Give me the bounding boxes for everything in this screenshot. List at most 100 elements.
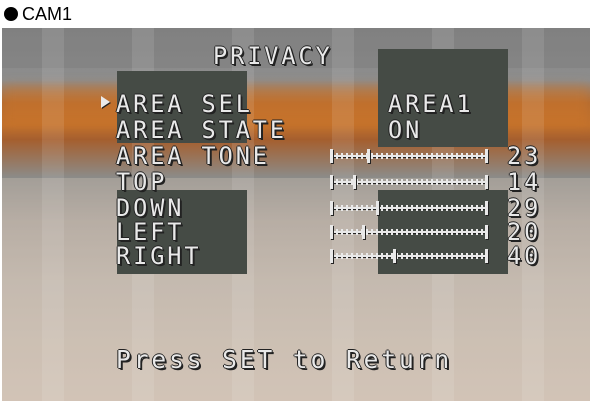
slider-tick [476, 229, 478, 235]
slider-tick [441, 153, 443, 159]
menu-title: PRIVACY [213, 42, 333, 70]
slider-tick [396, 253, 398, 259]
slider-tick [401, 229, 403, 235]
slider-tick [361, 253, 363, 259]
slider-tick [346, 229, 348, 235]
slider-tick [356, 153, 358, 159]
slider-tick [416, 205, 418, 211]
slider-tick [446, 205, 448, 211]
slider-tick [391, 229, 393, 235]
slider-tick [461, 253, 463, 259]
slider-tick [466, 229, 468, 235]
menu-item-top[interactable]: TOP [116, 170, 167, 194]
slider-track [330, 155, 488, 157]
area-tone-slider[interactable] [330, 149, 488, 163]
slider-tick [451, 179, 453, 185]
slider-tick [411, 179, 413, 185]
menu-item-area-sel[interactable]: AREA SEL [116, 92, 253, 116]
slider-tick [421, 179, 423, 185]
slider-tick [436, 205, 438, 211]
slider-track [330, 255, 488, 257]
menu-item-down[interactable]: DOWN [116, 196, 184, 220]
slider-tick [451, 253, 453, 259]
slider-tick [471, 205, 473, 211]
slider-tick [416, 253, 418, 259]
slider-tick [416, 229, 418, 235]
background-stripe [42, 28, 64, 401]
down-slider[interactable] [330, 201, 488, 215]
menu-item-area-state-value[interactable]: ON [388, 118, 422, 142]
slider-tick [461, 179, 463, 185]
menu-item-area-tone[interactable]: AREA TONE [116, 144, 270, 168]
slider-tick [446, 229, 448, 235]
menu-item-area-state[interactable]: AREA STATE [116, 118, 287, 142]
slider-tick [341, 253, 343, 259]
slider-tick [336, 229, 338, 235]
slider-end [330, 149, 333, 163]
slider-tick [396, 179, 398, 185]
slider-tick [441, 253, 443, 259]
slider-tick [481, 179, 483, 185]
slider-tick [466, 205, 468, 211]
slider-tick [456, 205, 458, 211]
top-slider[interactable] [330, 175, 488, 189]
slider-tick [481, 205, 483, 211]
left-slider[interactable] [330, 225, 488, 239]
slider-tick [371, 253, 373, 259]
camera-label: CAM1 [22, 3, 73, 24]
slider-tick [406, 205, 408, 211]
slider-tick [406, 179, 408, 185]
slider-tick [421, 153, 423, 159]
right-slider[interactable] [330, 249, 488, 263]
slider-tick [381, 179, 383, 185]
slider-end [330, 175, 333, 189]
slider-tick [426, 205, 428, 211]
slider-tick [386, 153, 388, 159]
slider-tick [436, 229, 438, 235]
menu-item-area-sel-value[interactable]: AREA1 [388, 92, 474, 116]
slider-tick [391, 179, 393, 185]
slider-tick [456, 153, 458, 159]
right-value: 40 [507, 242, 542, 270]
slider-tick [386, 253, 388, 259]
slider-tick [341, 205, 343, 211]
slider-tick [436, 153, 438, 159]
slider-tick [411, 253, 413, 259]
slider-tick [376, 179, 378, 185]
slider-tick [351, 229, 353, 235]
slider-tick [466, 179, 468, 185]
slider-tick [426, 153, 428, 159]
menu-item-right[interactable]: RIGHT [116, 244, 202, 268]
down-value: 29 [507, 194, 542, 222]
slider-tick [366, 253, 368, 259]
slider-tick [336, 179, 338, 185]
slider-tick [471, 253, 473, 259]
slider-tick [411, 153, 413, 159]
slider-tick [451, 153, 453, 159]
slider-thumb [362, 225, 365, 239]
slider-tick [396, 229, 398, 235]
slider-end [485, 249, 488, 263]
menu-item-left[interactable]: LEFT [116, 220, 184, 244]
slider-tick [351, 205, 353, 211]
slider-tick [406, 253, 408, 259]
slider-tick [356, 205, 358, 211]
slider-tick [406, 153, 408, 159]
slider-end [330, 249, 333, 263]
footer-hint: Press SET to Return [116, 345, 453, 374]
slider-thumb [353, 175, 356, 189]
slider-thumb [393, 249, 396, 263]
slider-tick [341, 229, 343, 235]
slider-end [485, 225, 488, 239]
slider-tick [341, 153, 343, 159]
slider-tick [456, 253, 458, 259]
slider-tick [341, 179, 343, 185]
slider-end [330, 201, 333, 215]
slider-tick [371, 229, 373, 235]
slider-end [485, 175, 488, 189]
slider-tick [366, 179, 368, 185]
slider-tick [451, 229, 453, 235]
slider-thumb [376, 201, 379, 215]
slider-tick [456, 229, 458, 235]
slider-tick [411, 229, 413, 235]
